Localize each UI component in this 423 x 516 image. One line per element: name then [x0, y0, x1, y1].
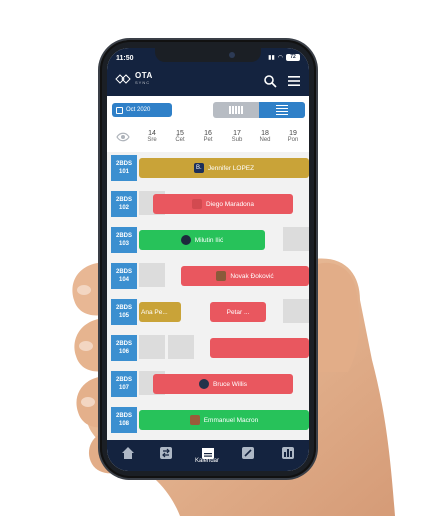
- empty-cell[interactable]: [283, 227, 309, 251]
- reservation-unnamed[interactable]: [210, 338, 309, 358]
- tag-icon[interactable]: [241, 446, 255, 460]
- room-row-102: 2BDS 102 Diego Maradona: [107, 188, 309, 224]
- guest-name: Milutin Ilić: [194, 236, 224, 244]
- room-number: 108: [118, 421, 129, 427]
- room-type: 2BDS: [115, 269, 132, 275]
- room-number: 103: [118, 241, 129, 247]
- reservation-ana-pe[interactable]: Ana Pe...: [139, 302, 181, 322]
- room-label-101[interactable]: 2BDS 101: [111, 155, 137, 181]
- room-row-103: 2BDS 103 Milutin Ilić: [107, 224, 309, 260]
- room-row-107: 2BDS 107 Bruce Willis: [107, 368, 309, 404]
- guest-initial-badge: B.: [193, 163, 204, 173]
- day-col-14[interactable]: 14 Sre: [142, 130, 162, 144]
- guest-name: Emmanuel Macron: [203, 416, 259, 424]
- guest-avatar: [216, 271, 227, 281]
- room-number: 106: [118, 349, 129, 355]
- list-lines-icon: [276, 104, 288, 116]
- reservation-emmanuel-macron[interactable]: Emmanuel Macron: [139, 410, 309, 430]
- room-row-101: 2BDS 101 B. Jennifer LOPEZ: [107, 152, 309, 188]
- day-number: 18: [261, 130, 269, 137]
- day-name: Pet: [203, 137, 213, 143]
- room-number: 105: [118, 313, 129, 319]
- guest-name: Petar ...: [226, 308, 250, 316]
- room-number: 107: [118, 385, 129, 391]
- empty-cell[interactable]: [168, 335, 194, 359]
- reservation-petar[interactable]: Petar ...: [210, 302, 266, 322]
- day-number: 14: [148, 130, 156, 137]
- grid-view-button[interactable]: [259, 102, 305, 118]
- eye-icon[interactable]: [116, 132, 130, 142]
- guest-name: Jennifer LOPEZ: [207, 164, 255, 172]
- reservation-diego-maradona[interactable]: Diego Maradona: [153, 194, 293, 214]
- room-label-102[interactable]: 2BDS 102: [111, 191, 137, 217]
- room-type: 2BDS: [115, 197, 132, 203]
- room-label-107[interactable]: 2BDS 107: [111, 371, 137, 397]
- day-name: Pon: [287, 137, 299, 143]
- room-type: 2BDS: [115, 377, 132, 383]
- promo-stage: { "status": { "time": "11:50", "battery"…: [0, 0, 423, 516]
- front-camera: [229, 52, 235, 58]
- day-col-17[interactable]: 17 Sub: [227, 130, 247, 144]
- day-number: 15: [176, 130, 184, 137]
- room-type: 2BDS: [115, 161, 132, 167]
- guest-name: Diego Maradona: [205, 200, 255, 208]
- tab-label-kalendar[interactable]: Kalendar: [191, 458, 223, 464]
- room-number: 102: [118, 205, 129, 211]
- reservation-milutin-ilic[interactable]: Milutin Ilić: [139, 230, 265, 250]
- empty-cell[interactable]: [139, 335, 165, 359]
- room-type: 2BDS: [115, 413, 132, 419]
- room-label-108[interactable]: 2BDS 108: [111, 407, 137, 433]
- day-name: Ned: [259, 137, 271, 143]
- home-icon[interactable]: [121, 446, 135, 460]
- room-row-104: 2BDS 104 Novak Đoković: [107, 260, 309, 296]
- room-type: 2BDS: [115, 233, 132, 239]
- empty-cell[interactable]: [283, 299, 309, 323]
- day-number: 19: [289, 130, 297, 137]
- day-number: 16: [204, 130, 212, 137]
- guest-name: Bruce Willis: [213, 380, 247, 388]
- room-type: 2BDS: [115, 305, 132, 311]
- room-label-106[interactable]: 2BDS 106: [111, 335, 137, 361]
- room-type: 2BDS: [115, 341, 132, 347]
- guest-avatar: [180, 235, 191, 245]
- screen-content: Oct 2020 14 Sre 15 Čet 16 Pet 17 Sub 18 Ned 1…: [107, 48, 309, 471]
- sync-icon[interactable]: [159, 446, 173, 460]
- day-name: Čet: [175, 137, 185, 143]
- guest-name: Ana Pe...: [141, 308, 168, 316]
- phone-notch: [155, 48, 261, 62]
- month-picker-button[interactable]: Oct 2020: [112, 103, 172, 117]
- view-toggle: [213, 102, 305, 118]
- day-col-18[interactable]: 18 Ned: [255, 130, 275, 144]
- day-col-16[interactable]: 16 Pet: [198, 130, 218, 144]
- room-row-105: 2BDS 105 Ana Pe... Petar ...: [107, 296, 309, 332]
- room-label-104[interactable]: 2BDS 104: [111, 263, 137, 289]
- room-row-108: 2BDS 108 Emmanuel Macron: [107, 404, 309, 440]
- day-number: 17: [233, 130, 241, 137]
- day-col-15[interactable]: 15 Čet: [170, 130, 190, 144]
- reservation-novak-djokovic[interactable]: Novak Đoković: [181, 266, 309, 286]
- room-number: 104: [118, 277, 129, 283]
- room-label-105[interactable]: 2BDS 105: [111, 299, 137, 325]
- stats-icon[interactable]: [281, 446, 295, 460]
- guest-avatar: [199, 379, 210, 389]
- day-col-19[interactable]: 19 Pon: [283, 130, 303, 144]
- reservation-bruce-willis[interactable]: Bruce Willis: [153, 374, 293, 394]
- room-number: 101: [118, 169, 129, 175]
- calendar-icon: [116, 106, 123, 114]
- room-label-103[interactable]: 2BDS 103: [111, 227, 137, 253]
- guest-avatar: [189, 415, 200, 425]
- timeline-view-button[interactable]: [213, 102, 259, 118]
- guest-avatar: [191, 199, 202, 209]
- day-name: Sre: [147, 137, 157, 143]
- month-label: Oct 2020: [126, 107, 151, 113]
- columns-icon: [229, 106, 243, 114]
- empty-cell[interactable]: [139, 263, 165, 287]
- reservation-jennifer-lopez[interactable]: B. Jennifer LOPEZ: [139, 158, 309, 178]
- guest-name: Novak Đoković: [230, 272, 274, 280]
- room-row-106: 2BDS 106: [107, 332, 309, 368]
- day-name: Sub: [231, 137, 243, 143]
